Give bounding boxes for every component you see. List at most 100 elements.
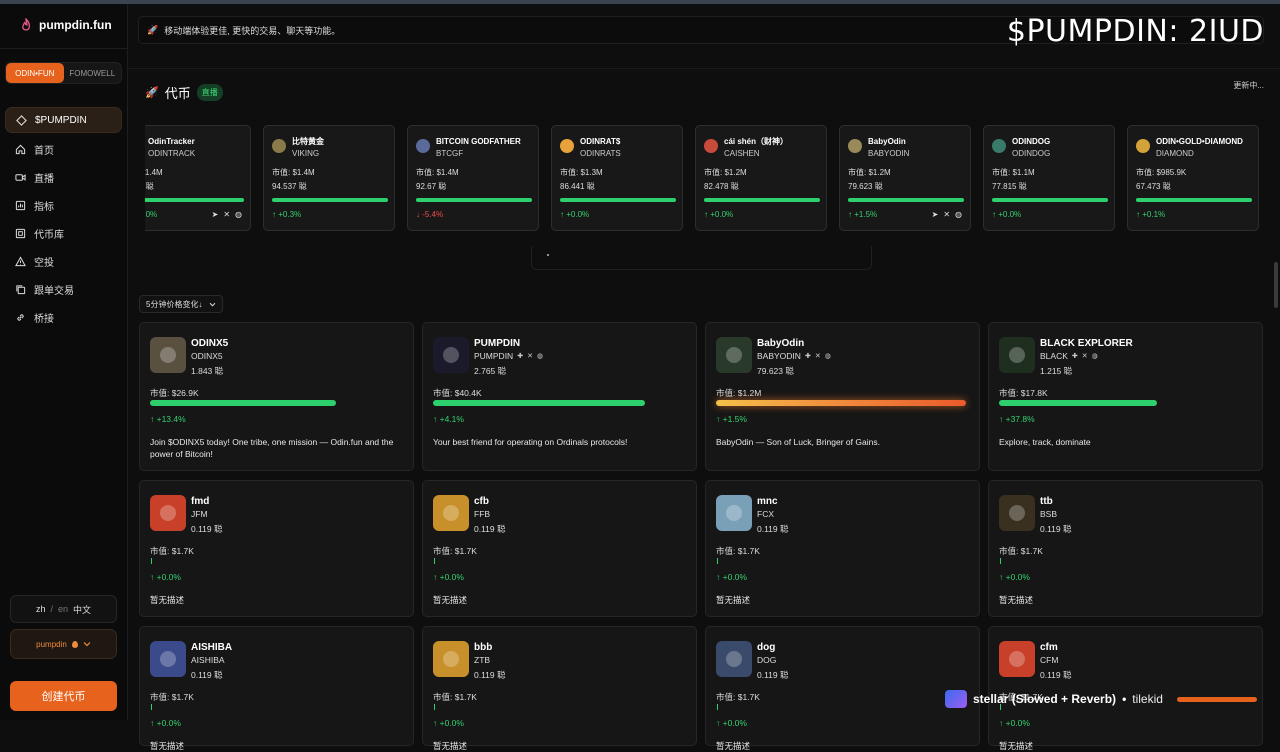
page-scrollbar[interactable] [1274,262,1278,308]
alert-icon [15,255,26,266]
diamond-icon [16,114,27,126]
token-card[interactable]: cfb FFB 0.119 聪市值: $1.7K ↑ +0.0% 暂无描述 [422,480,697,617]
token-description: 暂无描述 [433,595,468,605]
token-card[interactable]: ttb BSB 0.119 聪市值: $1.7K ↑ +0.0% 暂无描述 [988,480,1263,617]
token-name: cfb [474,496,489,507]
token-card[interactable]: dog DOG 0.119 聪市值: $1.7K ↑ +0.0% 暂无描述 [705,626,980,751]
lang-en[interactable]: en [58,604,68,614]
bonding-progress-bar [1136,198,1252,202]
ticker-card[interactable]: cái shén（财神） CAISHEN 市值: $1.2M 82.478 聪 ↑ +0… [695,125,827,231]
token-card[interactable]: mnc FCX 0.119 聪市值: $1.7K ↑ +0.0% 暂无描述 [705,480,980,617]
video-icon [15,173,26,181]
x-icon[interactable]: ✕ [223,210,230,219]
globe-icon[interactable]: ◍ [1092,352,1098,360]
token-card[interactable]: fmd JFM 0.119 聪市值: $1.7K ↑ +0.0% 暂无描述 [139,480,414,617]
ticker-card[interactable]: BITCOIN GODFATHER BTCGF 市值: $1.4M 92.67 聪 ↓ … [407,125,539,231]
sidebar-item-airdrop[interactable]: 空投 [5,247,122,275]
token-symbol: CFM [1040,655,1059,665]
sidebar-item-pumpdin[interactable]: $PUMPDIN [5,107,122,133]
segment-fomowell[interactable]: FOMOWELL [64,63,122,83]
sidebar-item-bridge[interactable]: 桥接 [5,303,122,331]
ticker-card[interactable]: ODIN•GOLD•DIAMOND DIAMOND 市值: $985.9K 67.47… [1127,125,1259,231]
globe-icon[interactable]: ◍ [955,210,962,219]
app-title: pumpdin.fun [39,18,112,32]
x-icon[interactable]: ✕ [943,210,950,219]
token-image [433,641,469,677]
verified-icon[interactable]: ✚ [517,352,523,360]
price-change: ↑ +0.0% [999,572,1030,582]
holders-value: 1.843 聪 [191,366,224,376]
ticker-card[interactable]: OdinTracker ODINTRACK 值: $1.4M 7.48 聪 ↑ +0.0… [145,125,251,231]
token-description: 暂无描述 [716,595,751,605]
ticker-card-head: OdinTracker ODINTRACK [145,136,242,159]
telegram-icon[interactable]: ➤ [212,210,219,219]
globe-icon[interactable]: ◍ [825,352,831,360]
lang-current: 中文 [73,604,92,615]
token-image [716,337,752,373]
bonding-progress-bar [416,198,532,202]
sort-select[interactable]: 5分钟价格变化↓ [139,295,223,313]
create-token-button[interactable]: 创建代币 [10,681,117,711]
x-icon[interactable]: ✕ [527,352,533,360]
globe-icon[interactable]: ◍ [537,352,543,360]
track-progress[interactable] [1176,696,1257,702]
token-card[interactable]: bbb ZTB 0.119 聪市值: $1.7K ↑ +0.0% 暂无描述 [422,626,697,751]
ticker-card[interactable]: 比特黄金 VIKING 市值: $1.4M 94.537 聪 ↑ +0.3% [263,125,395,231]
price-change: ↑ +0.0% [704,210,734,219]
token-card[interactable]: cfm CFM 0.119 聪市值: $1.7K ↑ +0.0% 暂无描述 [988,626,1263,751]
holders-value: 77.815 聪 [992,182,1027,191]
token-description: Your best friend for operating on Ordina… [433,437,628,447]
language-switch[interactable]: zh / en 中文 [10,595,117,623]
header-divider [128,68,1280,69]
token-card[interactable]: ODINX5 ODINX5 1.843 聪市值: $26.9K ↑ +13.4% Joi… [139,322,414,471]
holders-value: 0.119 聪 [474,524,506,534]
token-symbol: AISHIBA [191,655,225,665]
user-menu[interactable]: pumpdin [10,629,117,659]
token-stats: 市值: $1.4M 94.537 聪 [272,166,315,194]
market-cap: 市值: $1.3M [560,168,603,177]
verified-icon[interactable]: ✚ [805,352,811,360]
x-icon[interactable]: ✕ [815,352,821,360]
token-description: BabyOdin — Son of Luck, Bringer of Gains… [716,437,880,447]
token-name: AISHIBA [191,642,233,653]
verified-icon[interactable]: ✚ [1072,352,1078,360]
sort-label: 5分钟价格变化↓ [146,299,203,309]
token-image [433,337,469,373]
holders-value: 0.119 聪 [757,524,789,534]
sidebar-item-copy-trading[interactable]: 跟单交易 [5,275,122,303]
sidebar-item-token-library[interactable]: 代币库 [5,219,122,247]
sidebar-item-live[interactable]: 直播 [5,163,122,191]
ticker-card-text: 比特黄金 VIKING [292,136,324,159]
token-card[interactable]: BabyOdin BABYODIN ✚ ✕ ◍ 79.623 聪市值: $1.2M ↑ +1… [705,322,980,471]
ticker-card[interactable]: ODINRAT$ ODINRATS 市值: $1.3M 86.441 聪 ↑ +0.0% [551,125,683,231]
ticker-card-head: ODIN•GOLD•DIAMOND DIAMOND [1136,136,1250,159]
music-player[interactable]: stellar (Slowed + Reverb) • tilekid [945,687,1270,711]
token-card[interactable]: BLACK EXPLORER BLACK ✚ ✕ ◍ 1.215 聪市值: $17.8K ↑… [988,322,1263,471]
bonding-progress-bar [434,558,435,564]
price-change: ↑ +0.1% [1136,210,1166,219]
token-card[interactable]: AISHIBA AISHIBA 0.119 聪市值: $1.7K ↑ +0.0% 暂无描… [139,626,414,751]
sidebar-item-metrics[interactable]: 指标 [5,191,122,219]
sidebar-item-home[interactable]: 首页 [5,135,122,163]
bonding-progress-bar [151,704,152,710]
token-logo-icon [443,347,459,363]
ticker-card[interactable]: BabyOdin BABYODIN 市值: $1.2M 79.623 聪 ↑ +1.5%… [839,125,971,231]
social-links: ✚ ✕ ◍ [1072,352,1098,360]
brand[interactable]: pumpdin.fun [20,18,112,32]
rocket-icon: 🚀 [147,24,159,35]
segment-odin-fun[interactable]: ODIN•FUN [6,63,64,83]
globe-icon[interactable]: ◍ [235,210,242,219]
telegram-icon[interactable]: ➤ [932,210,939,219]
token-symbol: BABYODIN [868,149,910,158]
token-symbol-row: FFB [474,509,490,519]
token-card[interactable]: PUMPDIN PUMPDIN ✚ ✕ ◍ 2.765 聪市值: $40.4K ↑ +4.1… [422,322,697,471]
token-symbol: ODINDOG [1012,149,1051,158]
bonding-progress-bar [272,198,388,202]
bonding-progress-bar [704,198,820,202]
x-icon[interactable]: ✕ [1082,352,1088,360]
ticker-card[interactable]: ODINDOG ODINDOG 市值: $1.1M 77.815 聪 ↑ +0.0% [983,125,1115,231]
sidebar-item-label: 跟单交易 [34,285,74,297]
sidebar-item-label: 桥接 [34,313,54,325]
lang-zh[interactable]: zh [36,604,46,614]
token-logo-icon [726,347,742,363]
